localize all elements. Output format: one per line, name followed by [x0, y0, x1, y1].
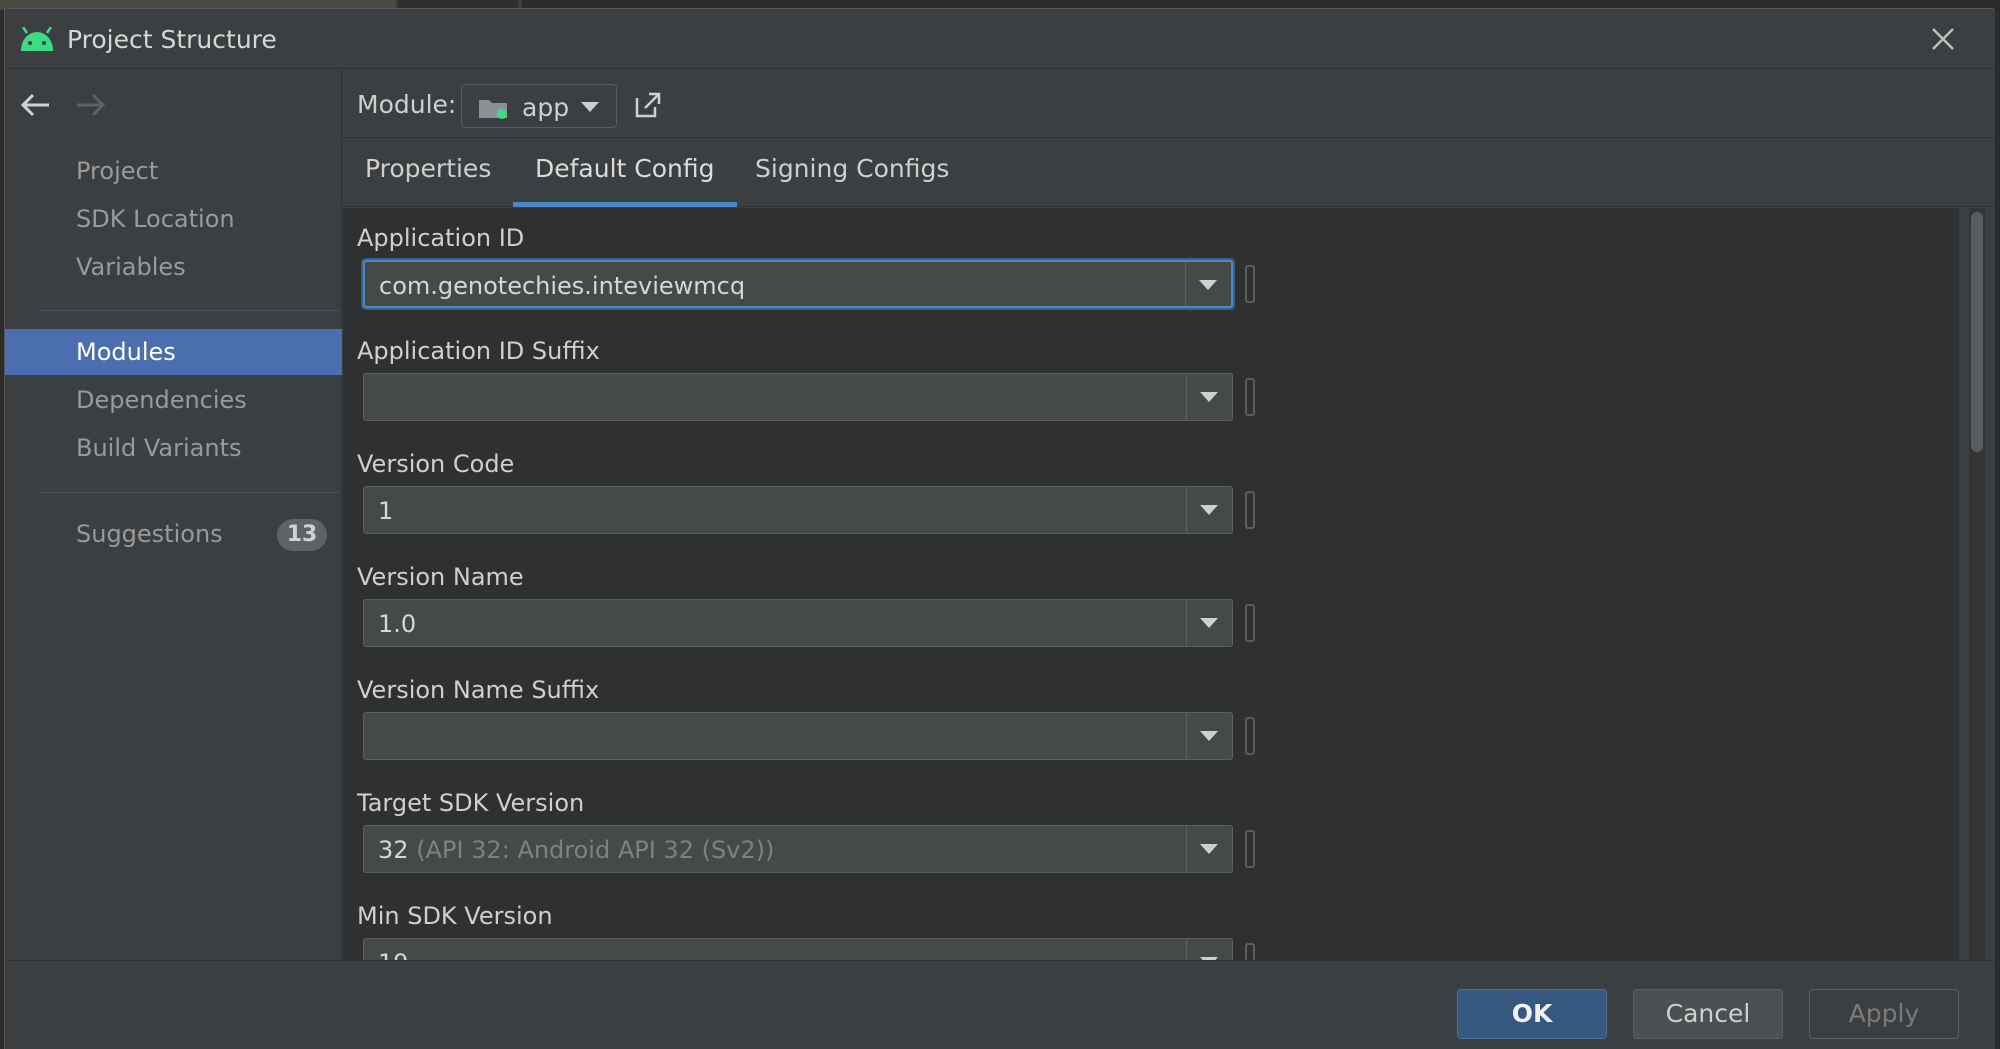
suggestions-count-badge: 13	[277, 519, 327, 551]
back-arrow-icon[interactable]	[17, 90, 53, 120]
version-name-suffix-side-box[interactable]	[1245, 717, 1255, 755]
target-sdk-version-hint: (API 32: Android API 32 (Sv2))	[416, 836, 775, 864]
chevron-down-icon	[581, 102, 599, 112]
tab-bar: Properties Default Config Signing Config…	[343, 139, 1995, 207]
title-bar: Project Structure	[5, 9, 1995, 69]
chevron-down-icon	[1200, 505, 1218, 515]
min-sdk-version-value: 19	[378, 949, 409, 960]
chevron-down-icon	[1199, 280, 1217, 290]
tab-signing-configs[interactable]: Signing Configs	[733, 139, 971, 207]
tab-default-config[interactable]: Default Config	[513, 139, 737, 207]
sidebar-item-variables[interactable]: Variables	[5, 244, 342, 290]
chevron-down-icon	[1200, 844, 1218, 854]
min-sdk-version-field[interactable]: 19	[363, 938, 1233, 960]
main-panel: Module: app Properties Default Config Si…	[343, 70, 1995, 960]
close-icon[interactable]	[1927, 23, 1959, 55]
target-sdk-version-field[interactable]: 32 (API 32: Android API 32 (Sv2))	[363, 825, 1233, 873]
android-icon	[21, 27, 53, 51]
sidebar-item-suggestions[interactable]: Suggestions 13	[5, 511, 342, 557]
version-code-label: Version Code	[357, 450, 515, 478]
version-name-label: Version Name	[357, 563, 524, 591]
sidebar-item-sdk-location[interactable]: SDK Location	[5, 196, 342, 242]
target-sdk-version-dropdown-button[interactable]	[1186, 826, 1232, 872]
scrollbar-thumb[interactable]	[1971, 212, 1983, 452]
module-folder-icon	[479, 100, 507, 119]
target-sdk-version-text: 32 (API 32: Android API 32 (Sv2))	[378, 836, 774, 864]
sidebar-item-modules[interactable]: Modules	[5, 329, 342, 375]
dialog-footer: OK Cancel Apply	[5, 960, 1995, 1049]
cancel-button[interactable]: Cancel	[1633, 989, 1783, 1039]
version-name-suffix-field[interactable]	[363, 712, 1233, 760]
application-id-suffix-label: Application ID Suffix	[357, 337, 600, 365]
application-id-suffix-field[interactable]	[363, 373, 1233, 421]
version-code-side-box[interactable]	[1245, 491, 1255, 529]
sidebar-divider	[39, 492, 339, 493]
target-sdk-version-value: 32	[378, 836, 409, 864]
target-sdk-version-label: Target SDK Version	[357, 789, 585, 817]
module-bar: Module: app	[343, 70, 1995, 138]
ok-button[interactable]: OK	[1457, 989, 1607, 1039]
default-config-form: Application ID com.genotechies.inteviewm…	[343, 208, 1959, 960]
dialog-title: Project Structure	[67, 25, 277, 54]
version-name-field[interactable]: 1.0	[363, 599, 1233, 647]
project-structure-dialog: Project Structure Project SDK Location V…	[4, 8, 1995, 1049]
apply-button[interactable]: Apply	[1809, 989, 1959, 1039]
application-id-suffix-side-box[interactable]	[1245, 378, 1255, 416]
version-name-suffix-dropdown-button[interactable]	[1186, 713, 1232, 759]
version-name-dropdown-button[interactable]	[1186, 600, 1232, 646]
sidebar-item-label: Suggestions	[76, 520, 223, 548]
application-id-dropdown-button[interactable]	[1185, 262, 1231, 306]
module-select[interactable]: app	[461, 84, 617, 128]
version-code-value: 1	[378, 497, 394, 525]
application-id-value: com.genotechies.inteviewmcq	[379, 272, 746, 300]
application-id-suffix-dropdown-button[interactable]	[1186, 374, 1232, 420]
application-id-label: Application ID	[357, 224, 525, 252]
min-sdk-version-dropdown-button[interactable]	[1186, 939, 1232, 960]
chevron-down-icon	[1200, 731, 1218, 741]
target-sdk-version-side-box[interactable]	[1245, 830, 1255, 868]
tab-properties[interactable]: Properties	[343, 139, 513, 207]
version-name-value: 1.0	[378, 610, 417, 638]
min-sdk-version-side-box[interactable]	[1245, 943, 1255, 960]
sidebar-item-project[interactable]: Project	[5, 148, 342, 194]
application-id-field[interactable]: com.genotechies.inteviewmcq	[363, 260, 1233, 308]
version-name-suffix-label: Version Name Suffix	[357, 676, 600, 704]
sidebar-item-build-variants[interactable]: Build Variants	[5, 425, 342, 471]
application-id-side-box[interactable]	[1245, 265, 1255, 303]
version-code-dropdown-button[interactable]	[1186, 487, 1232, 533]
open-external-icon[interactable]	[633, 90, 663, 120]
version-code-field[interactable]: 1	[363, 486, 1233, 534]
vertical-scrollbar[interactable]	[1969, 208, 1985, 960]
sidebar: Project SDK Location Variables Modules D…	[5, 70, 342, 960]
version-name-side-box[interactable]	[1245, 604, 1255, 642]
chevron-down-icon	[1200, 392, 1218, 402]
module-value: app	[522, 93, 570, 122]
chevron-down-icon	[1200, 618, 1218, 628]
sidebar-item-dependencies[interactable]: Dependencies	[5, 377, 342, 423]
forward-arrow-icon[interactable]	[73, 90, 109, 120]
sidebar-divider	[39, 310, 339, 311]
min-sdk-version-label: Min SDK Version	[357, 902, 553, 930]
module-label: Module:	[357, 90, 457, 119]
